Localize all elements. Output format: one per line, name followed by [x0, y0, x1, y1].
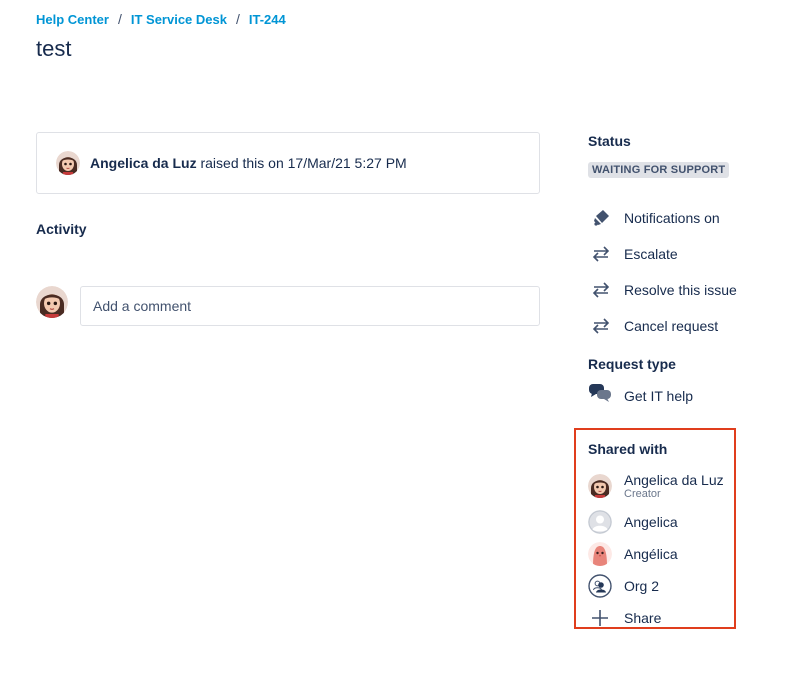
raised-detail: raised this on 17/Mar/21 5:27 PM: [200, 155, 407, 171]
action-label: Resolve this issue: [624, 282, 737, 298]
bell-icon: [588, 209, 616, 227]
cancel-request-button[interactable]: Cancel request: [588, 308, 788, 344]
user-avatar-icon: [588, 474, 612, 498]
shared-user-name: Angelica: [624, 513, 678, 530]
shared-organization: Org 2: [588, 570, 738, 602]
share-button[interactable]: Share: [588, 602, 738, 634]
request-type-section: Request type Get IT help: [588, 356, 788, 408]
action-label: Notifications on: [624, 210, 720, 226]
notifications-toggle[interactable]: Notifications on: [588, 200, 788, 236]
shared-user: Angelica: [588, 506, 738, 538]
shared-user-role: Creator: [624, 487, 661, 500]
request-raised-card: Angelica da Luz raised this on 17/Mar/21…: [36, 132, 540, 194]
request-actions: Notifications on Escalate Resolve this i…: [588, 200, 788, 344]
action-label: Escalate: [624, 246, 678, 262]
share-label: Share: [624, 609, 662, 626]
chat-bubbles-icon: [588, 383, 612, 408]
activity-heading: Activity: [36, 221, 87, 237]
page-title: test: [36, 36, 72, 61]
user-avatar-icon: [36, 286, 68, 318]
comment-row: [36, 286, 540, 326]
shared-org-name: Org 2: [624, 577, 660, 594]
resolve-issue-button[interactable]: Resolve this issue: [588, 272, 788, 308]
request-sidebar: Status WAITING FOR SUPPORT Notifications…: [588, 133, 788, 408]
shared-user-text: Angelica da Luz Creator: [624, 472, 724, 501]
shared-org-text: Org 2: [624, 578, 659, 594]
transition-icon: [588, 282, 616, 298]
shared-user-text: Angelica: [624, 514, 678, 530]
user-avatar-icon: [56, 151, 80, 175]
organization-icon: [588, 574, 612, 598]
status-badge: WAITING FOR SUPPORT: [588, 162, 730, 178]
request-type-row: Get IT help: [588, 383, 788, 408]
breadcrumb-help-center[interactable]: Help Center: [36, 12, 109, 27]
transition-icon: [588, 246, 616, 262]
shared-user-creator: Angelica da Luz Creator: [588, 466, 738, 506]
action-label: Cancel request: [624, 318, 719, 334]
breadcrumb-it-service-desk[interactable]: IT Service Desk: [131, 12, 227, 27]
breadcrumb: Help Center / IT Service Desk / IT-244: [36, 11, 286, 27]
request-type-label: Get IT help: [624, 387, 694, 404]
plus-icon: [588, 609, 612, 627]
transition-icon: [588, 318, 616, 334]
breadcrumb-issue-key[interactable]: IT-244: [249, 12, 286, 27]
request-type-heading: Request type: [588, 356, 676, 372]
bird-avatar-icon: [588, 542, 612, 566]
escalate-button[interactable]: Escalate: [588, 236, 788, 272]
shared-user: Angélica: [588, 538, 738, 570]
avatar: [56, 151, 80, 175]
shared-with-heading: Shared with: [588, 441, 668, 457]
status-heading: Status: [588, 133, 631, 149]
avatar: [36, 286, 68, 318]
comment-input[interactable]: [80, 286, 540, 326]
raised-user[interactable]: Angelica da Luz: [90, 155, 197, 171]
shared-with-list: Angelica da Luz Creator Angelica Angélic…: [588, 466, 738, 634]
raised-text: Angelica da Luz raised this on 17/Mar/21…: [90, 155, 407, 171]
shared-user-name: Angélica: [624, 545, 678, 562]
avatar: [588, 474, 612, 498]
breadcrumb-separator: /: [235, 11, 240, 27]
shared-user-text: Angélica: [624, 546, 678, 562]
breadcrumb-separator: /: [117, 11, 122, 27]
share-label-wrap: Share: [624, 610, 661, 626]
shared-user-name: Angelica da Luz: [624, 471, 724, 488]
default-avatar-icon: [588, 510, 612, 534]
